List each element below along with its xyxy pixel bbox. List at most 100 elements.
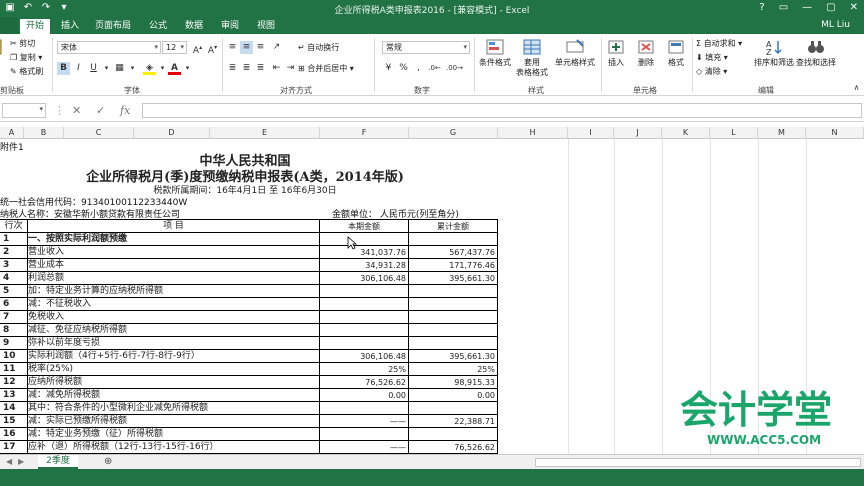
increase-decimal-icon[interactable]: .0← bbox=[428, 62, 441, 75]
accumulated-amount-cell[interactable] bbox=[409, 337, 498, 350]
tab-formulas[interactable]: 公式 bbox=[144, 19, 172, 34]
bold-button[interactable]: B bbox=[57, 62, 70, 75]
header-row-no[interactable]: 行次 bbox=[0, 220, 28, 233]
border-dropdown-icon[interactable]: ▾ bbox=[126, 62, 139, 75]
collapse-ribbon-icon[interactable]: ∧ bbox=[850, 81, 863, 94]
accumulated-amount-cell[interactable] bbox=[409, 324, 498, 337]
add-sheet-icon[interactable]: ⊕ bbox=[104, 456, 112, 467]
cut-button[interactable]: ✂ 剪切 bbox=[10, 38, 35, 49]
underline-button[interactable]: U bbox=[87, 62, 100, 75]
find-select-button[interactable]: 查找和选择 bbox=[794, 38, 838, 68]
tab-insert[interactable]: 插入 bbox=[56, 19, 84, 34]
fill-button[interactable]: ⬇ 填充 ▾ bbox=[696, 52, 728, 63]
accumulated-amount-cell[interactable]: 567,437.76 bbox=[409, 246, 498, 259]
item-cell[interactable]: 减：不征税收入 bbox=[28, 298, 320, 311]
name-box[interactable]: ▾ bbox=[2, 103, 46, 118]
align-top-icon[interactable]: ≡ bbox=[226, 41, 239, 54]
fill-color-icon[interactable]: ◈ bbox=[143, 62, 156, 75]
user-name[interactable]: ML Liu bbox=[821, 20, 850, 30]
item-cell[interactable]: 利润总额 bbox=[28, 272, 320, 285]
item-cell[interactable]: 加：特定业务计算的应纳税所得额 bbox=[28, 285, 320, 298]
accumulated-amount-cell[interactable]: 25% bbox=[409, 363, 498, 376]
item-cell[interactable]: 免税收入 bbox=[28, 311, 320, 324]
number-format-select[interactable]: 常规 ▾ bbox=[382, 41, 470, 54]
row-number-cell[interactable]: 12 bbox=[0, 376, 28, 389]
conditional-format-button[interactable]: 条件格式 bbox=[475, 38, 515, 68]
row-number-cell[interactable]: 8 bbox=[0, 324, 28, 337]
align-right-icon[interactable]: ≣ bbox=[254, 62, 267, 75]
current-amount-cell[interactable]: —— bbox=[320, 441, 409, 454]
tab-home[interactable]: 开始 bbox=[20, 19, 50, 34]
copy-button[interactable]: ❐ 复制 ▾ bbox=[10, 52, 42, 63]
sort-filter-button[interactable]: AZ 排序和筛选 bbox=[752, 38, 796, 68]
current-amount-cell[interactable]: 25% bbox=[320, 363, 409, 376]
horizontal-scrollbar[interactable] bbox=[535, 458, 861, 467]
current-amount-cell[interactable] bbox=[320, 311, 409, 324]
accumulated-amount-cell[interactable]: 76,526.62 bbox=[409, 441, 498, 454]
currency-icon[interactable]: ¥ bbox=[382, 62, 395, 75]
tab-data[interactable]: 数据 bbox=[180, 19, 208, 34]
accumulated-amount-cell[interactable]: 395,661.30 bbox=[409, 272, 498, 285]
current-amount-cell[interactable]: 306,106.48 bbox=[320, 272, 409, 285]
item-cell[interactable]: 应补（退）所得税额（12行-13行-15行-16行） bbox=[28, 441, 320, 454]
column-header-I[interactable]: I bbox=[568, 127, 614, 139]
font-color-icon[interactable]: A bbox=[168, 62, 181, 75]
current-amount-cell[interactable] bbox=[320, 402, 409, 415]
format-cells-button[interactable]: 格式 bbox=[658, 38, 694, 68]
increase-font-icon[interactable]: A▴ bbox=[191, 41, 204, 56]
current-amount-cell[interactable] bbox=[320, 428, 409, 441]
row-number-cell[interactable]: 3 bbox=[0, 259, 28, 272]
column-header-G[interactable]: G bbox=[409, 127, 498, 139]
accumulated-amount-cell[interactable]: 98,915.33 bbox=[409, 376, 498, 389]
item-cell[interactable]: 应纳所得税额 bbox=[28, 376, 320, 389]
item-cell[interactable]: 税率(25%) bbox=[28, 363, 320, 376]
row-number-cell[interactable]: 17 bbox=[0, 441, 28, 454]
item-cell[interactable]: 营业收入 bbox=[28, 246, 320, 259]
current-amount-cell[interactable]: 306,106.48 bbox=[320, 350, 409, 363]
comma-style-icon[interactable]: , bbox=[412, 62, 425, 75]
accumulated-amount-cell[interactable] bbox=[409, 402, 498, 415]
format-painter-button[interactable]: ✎ 格式刷 bbox=[10, 66, 43, 77]
tab-page-layout[interactable]: 页面布局 bbox=[92, 19, 134, 34]
file-tab[interactable] bbox=[0, 17, 18, 34]
row-number-cell[interactable]: 13 bbox=[0, 389, 28, 402]
column-header-K[interactable]: K bbox=[662, 127, 710, 139]
item-cell[interactable]: 一、按照实际利润额预缴 bbox=[28, 233, 320, 246]
current-amount-cell[interactable]: 34,931.28 bbox=[320, 259, 409, 272]
row-number-cell[interactable]: 14 bbox=[0, 402, 28, 415]
row-number-cell[interactable]: 10 bbox=[0, 350, 28, 363]
border-icon[interactable]: ▦ bbox=[113, 62, 126, 75]
accumulated-amount-cell[interactable] bbox=[409, 311, 498, 324]
current-amount-cell[interactable]: 0.00 bbox=[320, 389, 409, 402]
decrease-decimal-icon[interactable]: .00→ bbox=[446, 62, 463, 75]
decrease-font-icon[interactable]: A▾ bbox=[206, 41, 219, 56]
item-cell[interactable]: 弥补以前年度亏损 bbox=[28, 337, 320, 350]
insert-function-icon[interactable]: fx bbox=[120, 104, 130, 117]
row-number-cell[interactable]: 4 bbox=[0, 272, 28, 285]
formula-input[interactable] bbox=[142, 103, 862, 118]
header-item[interactable]: 项 目 bbox=[28, 220, 320, 233]
column-header-J[interactable]: J bbox=[614, 127, 662, 139]
accumulated-amount-cell[interactable] bbox=[409, 285, 498, 298]
font-name-select[interactable]: 宋体 ▾ bbox=[57, 41, 161, 54]
scroll-right-icon[interactable]: ▶ bbox=[18, 457, 24, 466]
item-cell[interactable]: 减征、免征应纳税所得额 bbox=[28, 324, 320, 337]
minimize-icon[interactable]: — bbox=[802, 2, 812, 13]
scroll-left-icon[interactable]: ◀ bbox=[6, 457, 12, 466]
cancel-icon[interactable]: ✕ bbox=[72, 104, 81, 117]
column-header-H[interactable]: H bbox=[498, 127, 568, 139]
align-left-icon[interactable]: ≣ bbox=[226, 62, 239, 75]
clear-button[interactable]: ◇ 清除 ▾ bbox=[696, 66, 727, 77]
current-amount-cell[interactable] bbox=[320, 285, 409, 298]
confirm-icon[interactable]: ✓ bbox=[96, 104, 105, 117]
accumulated-amount-cell[interactable]: 22,388.71 bbox=[409, 415, 498, 428]
column-header-F[interactable]: F bbox=[320, 127, 409, 139]
align-center-icon[interactable]: ≣ bbox=[240, 62, 253, 75]
row-number-cell[interactable]: 6 bbox=[0, 298, 28, 311]
accumulated-amount-cell[interactable]: 171,776.46 bbox=[409, 259, 498, 272]
format-as-table-button[interactable]: 套用 表格格式 bbox=[512, 38, 552, 78]
current-amount-cell[interactable]: 76,526.62 bbox=[320, 376, 409, 389]
item-cell[interactable]: 减：实际已预缴所得税额 bbox=[28, 415, 320, 428]
row-number-cell[interactable]: 15 bbox=[0, 415, 28, 428]
accumulated-amount-cell[interactable] bbox=[409, 298, 498, 311]
